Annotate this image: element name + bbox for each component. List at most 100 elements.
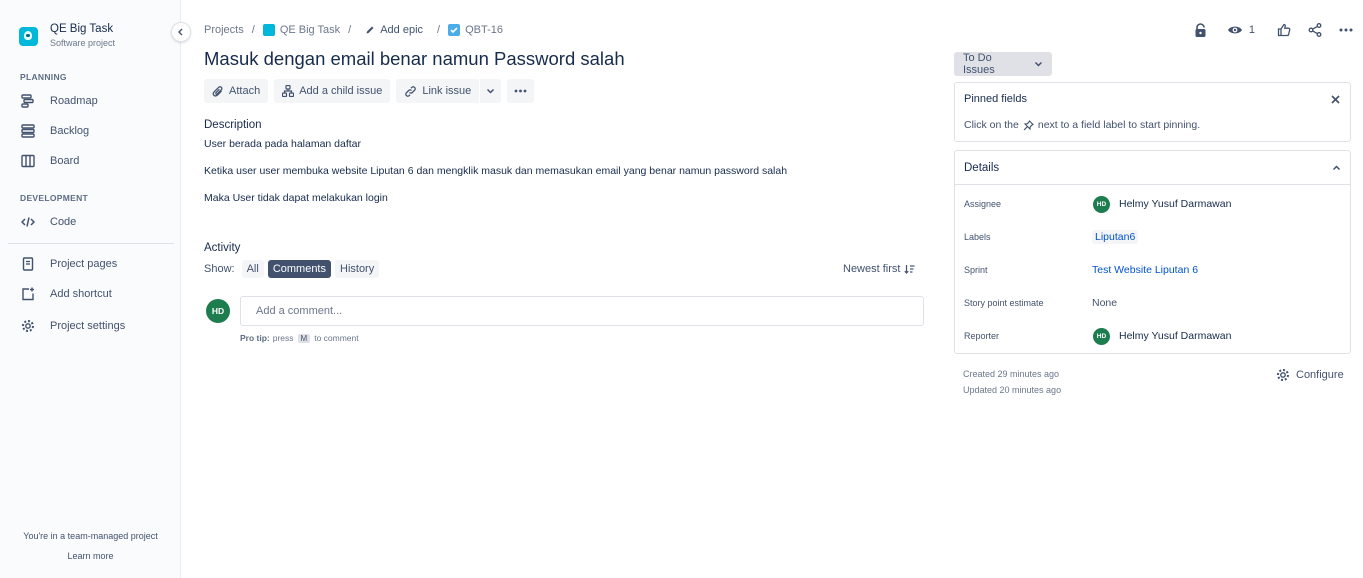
close-icon[interactable]: [1331, 92, 1340, 107]
thumbs-up-icon: [1277, 23, 1291, 37]
code-icon: [20, 214, 36, 230]
learn-more-link[interactable]: Learn more: [0, 551, 181, 561]
sidebar-divider: [8, 243, 174, 244]
board-icon: [20, 153, 36, 169]
story-points-value[interactable]: None: [1092, 297, 1117, 309]
breadcrumb-separator: /: [437, 24, 441, 36]
watch-button[interactable]: 1: [1227, 24, 1255, 36]
field-story-points: Story point estimate None: [964, 292, 1117, 314]
description-line[interactable]: Maka User tidak dapat melakukan login: [204, 192, 388, 204]
lock-icon: [1195, 22, 1206, 37]
link-issue-dropdown[interactable]: [480, 79, 502, 103]
avatar: HD: [206, 299, 230, 323]
sidebar-item-label: Roadmap: [50, 95, 98, 107]
sidebar-item-backlog[interactable]: Backlog: [20, 121, 89, 141]
more-icon: [1339, 28, 1353, 32]
details-title: Details: [964, 161, 1000, 174]
watchers-count: 1: [1248, 24, 1255, 36]
sidebar-item-add-shortcut[interactable]: Add shortcut: [20, 284, 112, 304]
sidebar-item-label: Add shortcut: [50, 288, 112, 300]
backlog-icon: [20, 123, 36, 139]
field-label: Labels: [964, 232, 991, 242]
configure-button[interactable]: Configure: [1276, 368, 1344, 382]
attach-button[interactable]: Attach: [204, 79, 269, 103]
description-line[interactable]: User berada pada halaman daftar: [204, 138, 361, 150]
field-label: Story point estimate: [964, 298, 1044, 308]
paperclip-icon: [212, 85, 224, 98]
team-managed-note: You're in a team-managed project: [23, 531, 158, 541]
sidebar-item-roadmap[interactable]: Roadmap: [20, 91, 98, 111]
sidebar-item-label: Code: [50, 216, 77, 228]
more-issue-actions-button[interactable]: [507, 79, 535, 103]
created-timestamp: Created 29 minutes ago: [963, 369, 1060, 379]
hierarchy-icon: [282, 85, 295, 97]
issue-top-actions: 1: [1177, 20, 1353, 40]
avatar: HD: [1093, 327, 1110, 345]
breadcrumb-project-label: QE Big Task: [279, 24, 341, 36]
description-line[interactable]: Ketika user user membuka website Liputan…: [204, 165, 787, 177]
restrict-button[interactable]: [1194, 22, 1207, 38]
link-icon: [404, 85, 417, 98]
vote-button[interactable]: [1277, 23, 1291, 37]
sidebar-item-board[interactable]: Board: [20, 151, 79, 171]
show-label: Show:: [204, 263, 235, 275]
share-button[interactable]: [1308, 23, 1322, 37]
add-shortcut-icon: [20, 286, 36, 302]
activity-label: Activity: [204, 242, 241, 254]
assignee-name: Helmy Yusuf Darmawan: [1119, 198, 1232, 210]
field-assignee: Assignee HD Helmy Yusuf Darmawan: [964, 193, 1231, 215]
pinned-hint-after: next to a field label to start pinning.: [1037, 119, 1201, 131]
sprint-link[interactable]: Test Website Liputan 6: [1092, 264, 1198, 276]
comment-input[interactable]: Add a comment...: [240, 296, 924, 326]
updated-timestamp: Updated 20 minutes ago: [963, 385, 1062, 395]
status-dropdown[interactable]: To Do Issues: [954, 52, 1052, 76]
breadcrumb: Projects / QE Big Task / Add epic / QBT-…: [204, 22, 503, 38]
field-label: Assignee: [964, 199, 1002, 209]
comment-placeholder: Add a comment...: [256, 305, 343, 317]
assignee-value[interactable]: HD Helmy Yusuf Darmawan: [1092, 195, 1232, 213]
link-issue-label: Link issue: [422, 85, 472, 97]
breadcrumb-issue[interactable]: QBT-16: [448, 24, 503, 36]
project-header[interactable]: QE Big Task Software project: [19, 22, 115, 50]
reporter-name: Helmy Yusuf Darmawan: [1119, 330, 1232, 342]
planning-section-title: PLANNING: [20, 72, 67, 82]
pro-tip-press: press: [272, 333, 294, 343]
breadcrumb-epic-label: Add epic: [380, 24, 424, 36]
add-child-issue-button[interactable]: Add a child issue: [274, 79, 391, 103]
pencil-icon: [366, 26, 374, 34]
pinned-fields-hint: Click on the next to a field label to st…: [964, 119, 1200, 131]
issue-title[interactable]: Masuk dengan email benar namun Password …: [204, 48, 625, 70]
more-actions-button[interactable]: [1339, 28, 1353, 32]
filter-history[interactable]: History: [335, 260, 380, 278]
details-header[interactable]: Details: [955, 151, 1350, 185]
details-panel: Details Assignee HD Helmy Yusuf Darmawan…: [954, 150, 1351, 354]
sort-toggle[interactable]: Newest first: [843, 263, 915, 275]
reporter-value[interactable]: HD Helmy Yusuf Darmawan: [1092, 327, 1232, 345]
field-label: Sprint: [964, 265, 988, 275]
label-chip[interactable]: Liputan6: [1092, 230, 1139, 244]
breadcrumb-project[interactable]: QE Big Task: [262, 24, 341, 36]
project-name: QE Big Task: [50, 23, 114, 35]
sidebar-item-project-pages[interactable]: Project pages: [20, 254, 117, 274]
pin-icon: [1023, 119, 1034, 130]
gear-icon: [1277, 369, 1289, 381]
pro-tip-key: M: [297, 333, 311, 343]
field-reporter: Reporter HD Helmy Yusuf Darmawan: [964, 325, 1231, 347]
field-sprint: Sprint Test Website Liputan 6: [964, 259, 1198, 281]
pages-icon: [20, 256, 36, 272]
roadmap-icon: [20, 93, 36, 109]
link-issue-button[interactable]: Link issue: [396, 79, 480, 103]
filter-all[interactable]: All: [241, 260, 264, 278]
breadcrumb-add-epic[interactable]: Add epic: [365, 24, 423, 36]
breadcrumb-projects[interactable]: Projects: [204, 24, 244, 36]
labels-value[interactable]: Liputan6: [1092, 230, 1139, 244]
sidebar-item-project-settings[interactable]: Project settings: [20, 316, 125, 336]
breadcrumb-separator: /: [251, 24, 255, 36]
pinned-fields-title: Pinned fields: [964, 93, 1027, 105]
filter-comments[interactable]: Comments: [267, 260, 331, 278]
sidebar-item-code[interactable]: Code: [20, 212, 76, 232]
pro-tip-suffix: to comment: [314, 333, 359, 343]
collapse-sidebar-button[interactable]: [171, 22, 191, 42]
configure-label: Configure: [1296, 369, 1344, 381]
link-issue-group: Link issue: [396, 79, 502, 103]
